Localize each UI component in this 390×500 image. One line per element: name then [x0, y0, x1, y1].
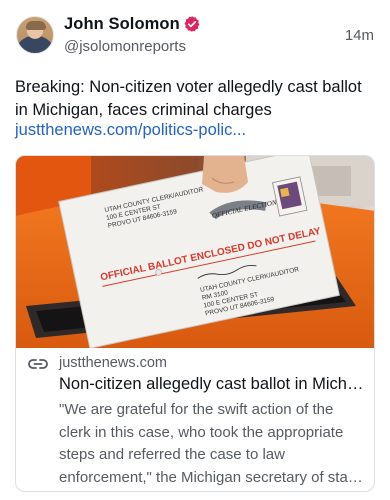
avatar[interactable] [16, 16, 54, 54]
card-description: "We are grateful for the swift action of… [59, 401, 361, 486]
hand [202, 156, 248, 193]
postage-stamp-detail [280, 187, 290, 198]
post-text: Breaking: Non-citizen voter allegedly ca… [15, 78, 362, 119]
author-handle[interactable]: @jsolomonreports [64, 38, 186, 55]
card-title[interactable]: Non-citizen allegedly cast ballot in Mic… [59, 375, 366, 394]
card-domain[interactable]: justthenews.com [59, 355, 167, 371]
verified-badge-icon [184, 16, 200, 32]
avatar-hair [26, 21, 46, 30]
post-link[interactable]: justthenews.com/politics-polic... [15, 121, 246, 140]
post: John Solomon @jsolomonreports 14m Breaki… [0, 0, 390, 500]
card-meta[interactable]: justthenews.com Non-citizen allegedly ca… [16, 348, 374, 491]
post-timestamp[interactable]: 14m [345, 27, 374, 44]
link-icon [28, 359, 48, 369]
ballot-photo: UTAH COUNTY CLERK/AUDITOR 100 E CENTER S… [16, 156, 374, 348]
author-name[interactable]: John Solomon [64, 15, 180, 34]
card-image[interactable]: UTAH COUNTY CLERK/AUDITOR 100 E CENTER S… [16, 156, 374, 348]
link-preview-card[interactable]: UTAH COUNTY CLERK/AUDITOR 100 E CENTER S… [15, 155, 375, 492]
